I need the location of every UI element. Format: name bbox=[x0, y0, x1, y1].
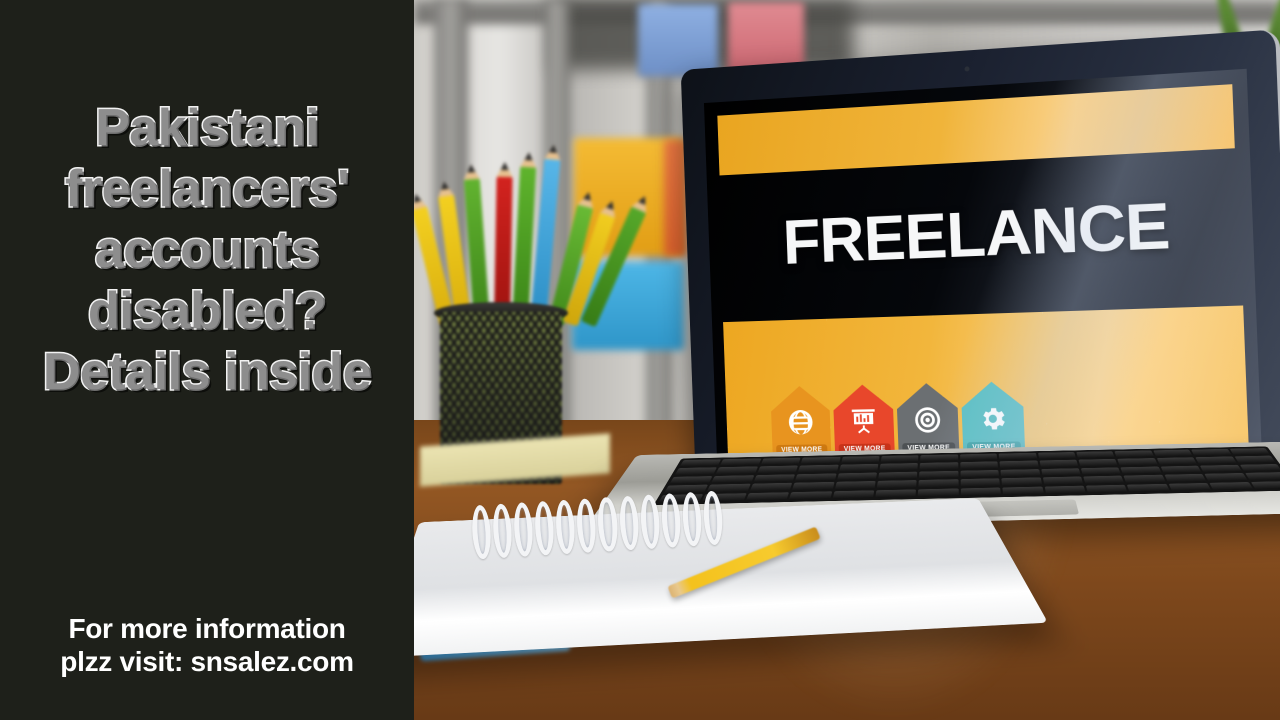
thumbnail-canvas: FREELANCE VIEW MORE VIEW MORE Pakistani … bbox=[0, 0, 1280, 720]
presentation-chart-icon bbox=[849, 406, 879, 436]
laptop-keyboard[interactable] bbox=[653, 446, 1280, 506]
page-title: Pakistani freelancers' accounts disabled… bbox=[0, 98, 414, 403]
headline-line-4: disabled? bbox=[86, 281, 328, 342]
laptop-lid: FREELANCE VIEW MORE VIEW MORE bbox=[680, 29, 1280, 483]
globe-icon bbox=[786, 407, 815, 437]
laptop-screen[interactable]: FREELANCE VIEW MORE VIEW MORE bbox=[703, 68, 1263, 471]
desk-photo: FREELANCE VIEW MORE VIEW MORE bbox=[414, 0, 1280, 720]
screen-hero-band: FREELANCE bbox=[707, 147, 1256, 314]
headline-line-2: freelancers' bbox=[64, 159, 351, 220]
footer-note: For more information plzz visit: snsalez… bbox=[0, 612, 414, 678]
target-icon bbox=[912, 405, 942, 435]
gear-icon bbox=[977, 403, 1008, 434]
text-panel: Pakistani freelancers' accounts disabled… bbox=[0, 0, 414, 720]
webcam-icon bbox=[963, 66, 970, 72]
headline-line-5: Details inside bbox=[41, 342, 373, 403]
headline-line-3: accounts bbox=[93, 220, 321, 281]
headline-line-1: Pakistani bbox=[94, 98, 321, 159]
footer-line-1: For more information bbox=[68, 613, 346, 644]
footer-line-2: plzz visit: snsalez.com bbox=[60, 646, 354, 677]
freelance-headline: FREELANCE bbox=[781, 188, 1171, 278]
